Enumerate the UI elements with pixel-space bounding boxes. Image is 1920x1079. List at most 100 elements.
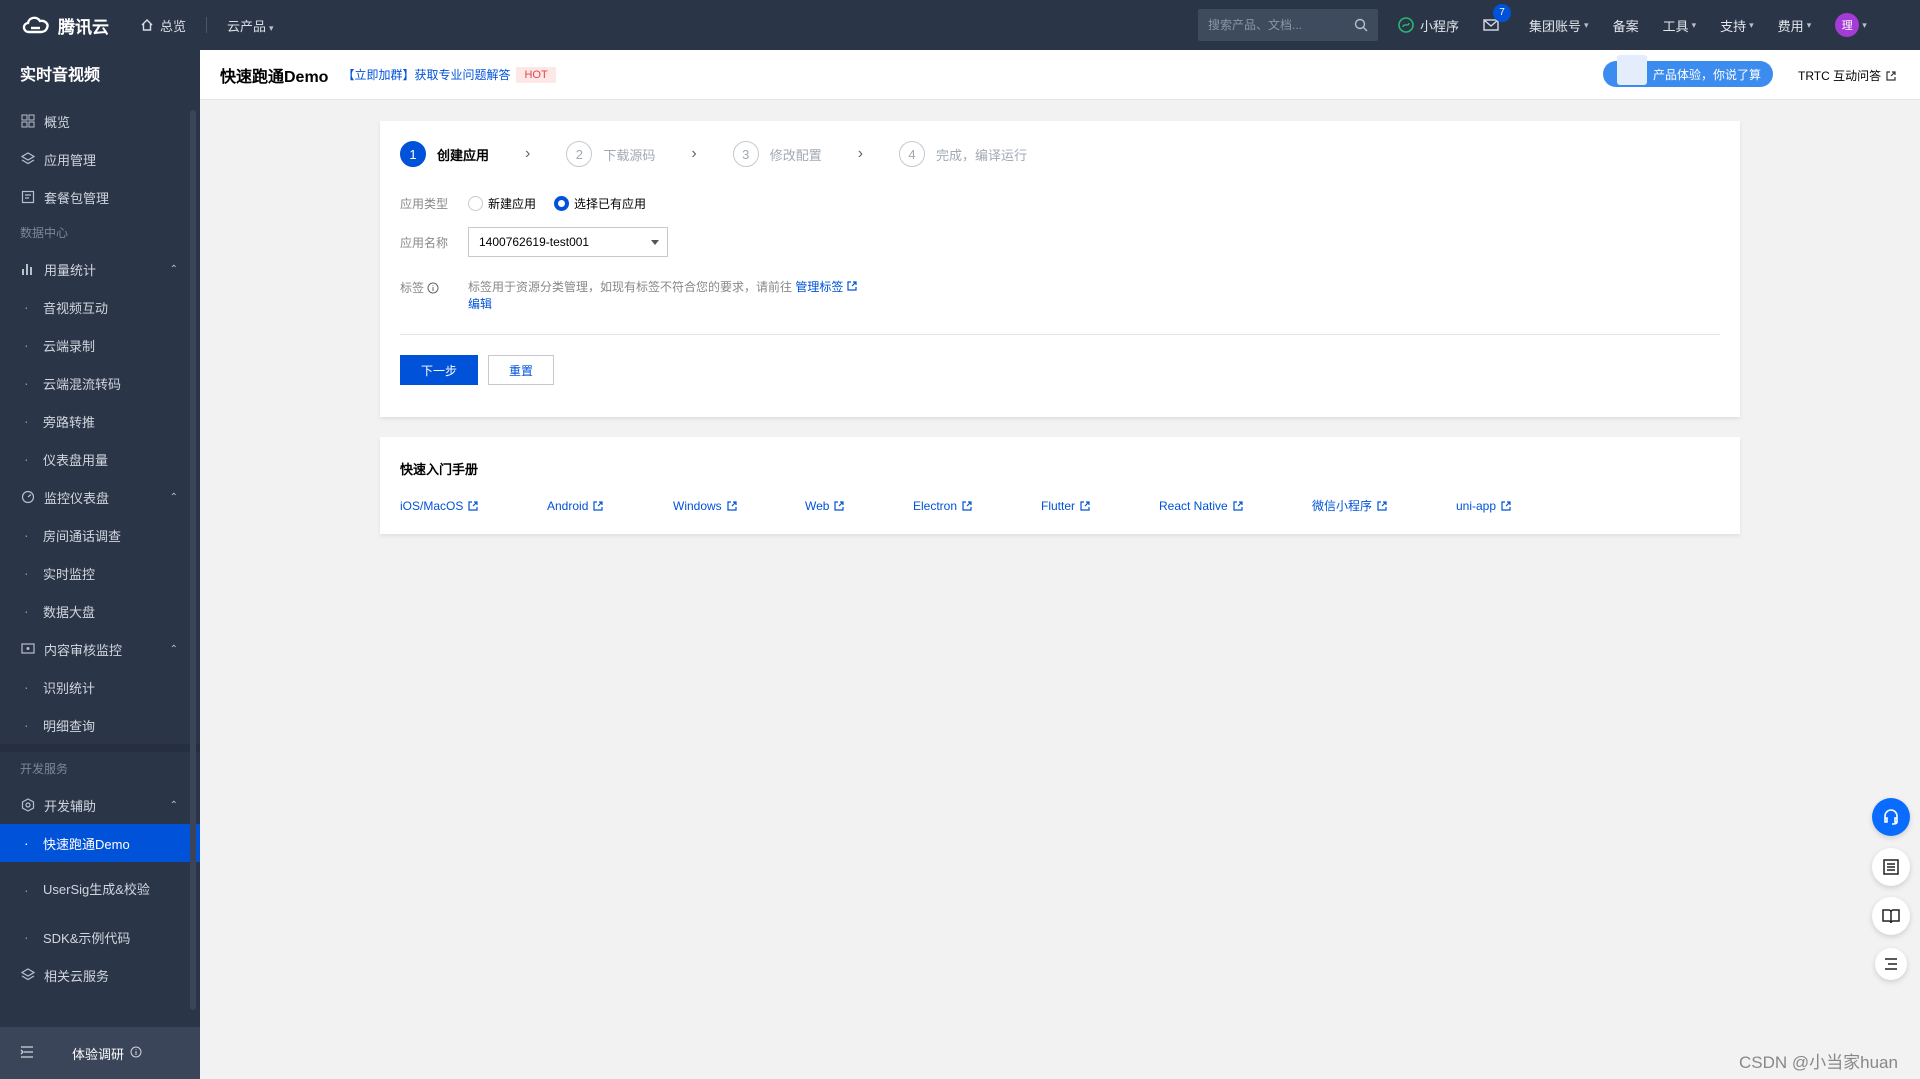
sidebar-sub-quick-demo[interactable]: 快速跑通Demo xyxy=(0,824,200,862)
nav-home[interactable]: 总览 xyxy=(140,16,186,35)
sidebar-sub-realtime-monitor[interactable]: 实时监控 xyxy=(0,554,200,592)
quickstart-link-web[interactable]: Web xyxy=(805,499,913,513)
reset-button[interactable]: 重置 xyxy=(488,355,554,385)
sidebar-sub-usersig[interactable]: UserSig生成&校验 xyxy=(0,862,200,918)
step-number: 2 xyxy=(566,141,593,167)
app-type-label: 应用类型 xyxy=(400,197,449,211)
support-label: 支持 xyxy=(1720,18,1747,34)
step-1: 1 创建应用 xyxy=(400,141,489,167)
menu-toggle-button[interactable] xyxy=(1875,948,1907,980)
sidebar-group-dev-services: 开发服务 xyxy=(20,762,69,776)
survey-label[interactable]: 体验调研 xyxy=(72,1044,124,1063)
chevron-down-icon: ▾ xyxy=(1749,19,1754,30)
sidebar-sub-room-call-survey[interactable]: 房间通话调查 xyxy=(0,516,200,554)
sidebar-title: 实时音视频 xyxy=(20,67,101,84)
manual-button[interactable] xyxy=(1872,897,1910,935)
sidebar-item-dev-assist[interactable]: 开发辅助 ⌃ xyxy=(0,786,200,824)
step-label: 下载源码 xyxy=(603,147,656,163)
sidebar-item-label: 套餐包管理 xyxy=(44,190,110,206)
search-input[interactable] xyxy=(1208,18,1348,32)
step-4: 4 完成，编译运行 xyxy=(899,141,1027,167)
sidebar-sub-relay-push[interactable]: 旁路转推 xyxy=(0,402,200,440)
tag-row: 标签 标签用于资源分类管理，如现有标签不符合您的要求，请前往 管理标签 编辑 xyxy=(400,279,888,313)
search-icon[interactable] xyxy=(1354,18,1368,32)
mini-program-link[interactable]: 小程序 xyxy=(1398,16,1459,35)
info-icon[interactable] xyxy=(427,282,439,297)
external-link-icon xyxy=(1501,500,1511,511)
quickstart-link-uniapp[interactable]: uni-app xyxy=(1456,499,1511,513)
billing-label: 费用 xyxy=(1777,18,1804,34)
sidebar-item-package-management[interactable]: 套餐包管理 xyxy=(0,178,200,216)
sidebar-sub-av-interaction[interactable]: 音视频互动 xyxy=(0,288,200,326)
app-name-select[interactable]: 1400762619-test001 xyxy=(468,227,668,257)
link-label: Windows xyxy=(673,498,722,513)
quickstart-link-android[interactable]: Android xyxy=(547,499,673,513)
tag-description: 标签用于资源分类管理，如现有标签不符合您的要求，请前往 管理标签 编辑 xyxy=(468,279,888,313)
next-step-button[interactable]: 下一步 xyxy=(400,355,478,385)
home-icon xyxy=(141,19,153,31)
menu-icon xyxy=(1885,958,1897,970)
sidebar-item-app-management[interactable]: 应用管理 xyxy=(0,140,200,178)
external-link-icon xyxy=(1080,500,1090,511)
mail-count-badge: 7 xyxy=(1493,4,1512,22)
radio-new-app[interactable]: 新建应用 xyxy=(468,195,536,212)
promo-label: 产品体验，你说了算 xyxy=(1653,67,1762,82)
sidebar-sub-dashboard-usage[interactable]: 仪表盘用量 xyxy=(0,440,200,478)
mail-button[interactable]: 7 xyxy=(1483,4,1512,32)
chevron-up-icon: ⌃ xyxy=(169,799,178,811)
sidebar-item-related-services[interactable]: 相关云服务 xyxy=(0,956,200,994)
sidebar-scrollbar[interactable] xyxy=(190,110,196,1010)
product-feedback-button[interactable]: 产品体验，你说了算 xyxy=(1603,55,1774,87)
quickstart-link-flutter[interactable]: Flutter xyxy=(1041,499,1159,513)
sidebar-sub-data-dashboard[interactable]: 数据大盘 xyxy=(0,592,200,630)
sidebar-item-monitor[interactable]: 监控仪表盘 ⌃ xyxy=(0,478,200,516)
radio-button-checked[interactable] xyxy=(554,196,570,211)
quickstart-link-electron[interactable]: Electron xyxy=(913,499,1041,513)
external-link-icon xyxy=(593,500,603,511)
list-icon xyxy=(1883,859,1899,875)
radio-existing-app[interactable]: 选择已有应用 xyxy=(554,195,646,212)
sidebar-sub-cloud-recording[interactable]: 云端录制 xyxy=(0,326,200,364)
user-menu[interactable]: 理 ▾ xyxy=(1835,13,1867,37)
link-label: Electron xyxy=(913,498,958,513)
step-2: 2 下载源码 xyxy=(566,141,655,167)
sidebar-item-usage-stats[interactable]: 用量统计 ⌃ xyxy=(0,250,200,288)
billing-menu[interactable]: 费用 ▾ xyxy=(1778,16,1812,35)
collapse-menu-icon[interactable] xyxy=(20,1045,34,1061)
global-search[interactable] xyxy=(1198,9,1378,41)
quickstart-link-windows[interactable]: Windows xyxy=(673,499,805,513)
top-nav-bar: 腾讯云 总览 云产品▾ 小程序 7 集团账号▾ 备案 工具▾ 支持▾ xyxy=(0,0,1920,50)
sidebar-item-moderation[interactable]: 内容审核监控 ⌃ xyxy=(0,630,200,668)
external-link-icon xyxy=(468,500,478,511)
step-label: 创建应用 xyxy=(437,147,490,163)
quickstart-link-ios[interactable]: iOS/MacOS xyxy=(400,499,547,513)
sidebar-item-label: 概览 xyxy=(44,114,71,130)
nav-cloud-products[interactable]: 云产品 ▾ xyxy=(227,16,274,35)
edit-tags-link[interactable]: 编辑 xyxy=(468,297,492,311)
trtc-qa-link[interactable]: TRTC 互动问答 xyxy=(1798,67,1896,84)
support-menu[interactable]: 支持 ▾ xyxy=(1720,16,1754,35)
document-list-button[interactable] xyxy=(1872,848,1910,886)
filing-link[interactable]: 备案 xyxy=(1613,16,1639,35)
join-group-link[interactable]: 【立即加群】获取专业问题解答 xyxy=(342,66,510,83)
stepper: 1 创建应用 › 2 下载源码 › 3 修改配置 › 4 完成，编译运行 xyxy=(400,141,1027,167)
sidebar-item-overview[interactable]: 概览 xyxy=(0,102,200,140)
sidebar-item-label: 相关云服务 xyxy=(44,968,110,984)
tools-menu[interactable]: 工具 ▾ xyxy=(1663,16,1697,35)
quickstart-link-react-native[interactable]: React Native xyxy=(1159,499,1312,513)
trtc-qa-label: TRTC 互动问答 xyxy=(1798,69,1882,83)
radio-button[interactable] xyxy=(468,196,483,211)
manage-tags-link[interactable]: 管理标签 xyxy=(795,280,857,294)
sidebar-sub-sdk-samples[interactable]: SDK&示例代码 xyxy=(0,918,200,956)
quickstart-link-wechat-mini[interactable]: 微信小程序 xyxy=(1312,497,1456,514)
sidebar-sub-recognition-stats[interactable]: 识别统计 xyxy=(0,668,200,706)
sidebar-sub-cloud-mixing[interactable]: 云端混流转码 xyxy=(0,364,200,402)
cloud-logo-icon xyxy=(22,16,49,34)
sidebar-sub-detail-query[interactable]: 明细查询 xyxy=(0,706,200,744)
customer-service-button[interactable] xyxy=(1872,798,1910,836)
logo-text: 腾讯云 xyxy=(58,17,109,37)
tencent-cloud-logo[interactable]: 腾讯云 xyxy=(0,13,136,38)
group-account-menu[interactable]: 集团账号 ▾ xyxy=(1529,16,1589,35)
chevron-down-icon: ▾ xyxy=(1806,19,1812,30)
sidebar-item-label: 开发辅助 xyxy=(44,798,97,814)
